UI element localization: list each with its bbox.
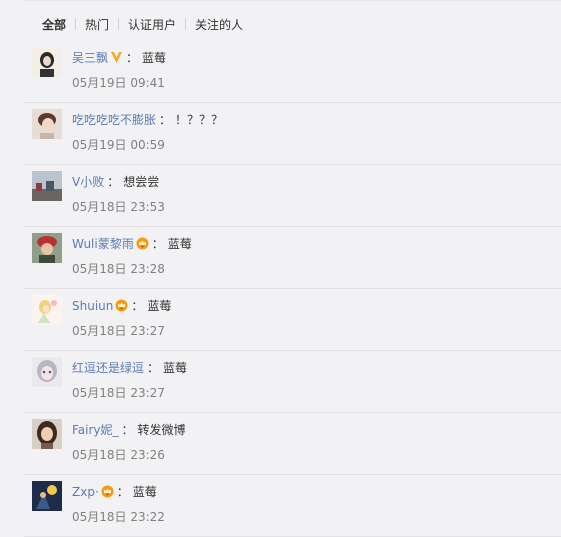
- avatar[interactable]: [32, 47, 62, 77]
- comment-text: 蓝莓: [133, 483, 157, 500]
- verified-v-icon: [110, 51, 123, 64]
- comment-time: 05月18日 23:28: [72, 260, 165, 277]
- comment-text: 想尝尝: [123, 173, 159, 190]
- colon: ：: [126, 49, 138, 66]
- colon: ：: [147, 359, 159, 376]
- comment-time: 05月19日 00:59: [72, 136, 165, 153]
- commenter-name[interactable]: 吃吃吃吃不膨胀: [72, 111, 156, 128]
- commenter-name[interactable]: Zxp·: [72, 485, 99, 499]
- colon: ：: [159, 111, 171, 128]
- comment-text: 蓝莓: [168, 235, 192, 252]
- comment-item: 吃吃吃吃不膨胀 ： ！？？？ 05月19日 00:59: [24, 103, 561, 165]
- comment-item: 吴三飘 ： 蓝莓 05月19日 09:41: [24, 41, 561, 103]
- avatar[interactable]: [32, 295, 62, 325]
- comment-item: 红逗还是绿逗 ： 蓝莓 05月18日 23:27: [24, 351, 561, 413]
- comment-text: 蓝莓: [142, 49, 166, 66]
- avatar[interactable]: [32, 171, 62, 201]
- comment-time: 05月18日 23:22: [72, 508, 165, 525]
- crown-badge-icon: [115, 299, 128, 312]
- crown-badge-icon: [136, 237, 149, 250]
- tab-following[interactable]: 关注的人: [195, 16, 243, 33]
- colon: ：: [152, 235, 164, 252]
- tab-divider: [118, 18, 119, 30]
- avatar[interactable]: [32, 233, 62, 263]
- comment-time: 05月19日 09:41: [72, 74, 165, 91]
- comment-time: 05月18日 23:26: [72, 446, 165, 463]
- avatar[interactable]: [32, 419, 62, 449]
- comment-item: Shuiun ： 蓝莓 05月18日 23:27: [24, 289, 561, 351]
- crown-badge-icon: [101, 485, 114, 498]
- comment-list: 吴三飘 ： 蓝莓 05月19日 09:41 吃吃吃吃不膨胀 ： ！？？？ 05月…: [24, 41, 561, 537]
- commenter-name[interactable]: V小败: [72, 173, 104, 190]
- comment-item: Fairy妮_ ： 转发微博 05月18日 23:26: [24, 413, 561, 475]
- comment-item: Wuli蒙黎雨 ： 蓝莓 05月18日 23:28: [24, 227, 561, 289]
- comment-text: 蓝莓: [163, 359, 187, 376]
- colon: ：: [131, 297, 143, 314]
- comment-item: V小败 ： 想尝尝 05月18日 23:53: [24, 165, 561, 227]
- commenter-name[interactable]: Shuiun: [72, 299, 113, 313]
- tab-hot[interactable]: 热门: [85, 16, 109, 33]
- comment-text: 转发微博: [138, 421, 186, 438]
- avatar[interactable]: [32, 481, 62, 511]
- commenter-name[interactable]: Fairy妮_: [72, 421, 119, 438]
- filter-tabs: 全部 热门 认证用户 关注的人: [42, 15, 243, 33]
- comment-item: Zxp· ： 蓝莓 05月18日 23:22: [24, 475, 561, 537]
- comment-time: 05月18日 23:27: [72, 322, 165, 339]
- avatar[interactable]: [32, 109, 62, 139]
- commenter-name[interactable]: 吴三飘: [72, 49, 108, 66]
- tab-divider: [185, 18, 186, 30]
- avatar[interactable]: [32, 357, 62, 387]
- tab-divider: [75, 18, 76, 30]
- comment-text: 蓝莓: [147, 297, 171, 314]
- comment-time: 05月18日 23:53: [72, 198, 165, 215]
- comment-panel: 全部 热门 认证用户 关注的人 吴三飘 ： 蓝莓 05月19日 09:41: [24, 0, 561, 521]
- colon: ：: [122, 421, 134, 438]
- comment-time: 05月18日 23:27: [72, 384, 165, 401]
- commenter-name[interactable]: 红逗还是绿逗: [72, 359, 144, 376]
- colon: ：: [117, 483, 129, 500]
- colon: ：: [107, 173, 119, 190]
- comment-text: ！？？？: [175, 111, 223, 128]
- commenter-name[interactable]: Wuli蒙黎雨: [72, 235, 134, 252]
- tab-all[interactable]: 全部: [42, 16, 66, 33]
- tab-verified-users[interactable]: 认证用户: [128, 16, 176, 33]
